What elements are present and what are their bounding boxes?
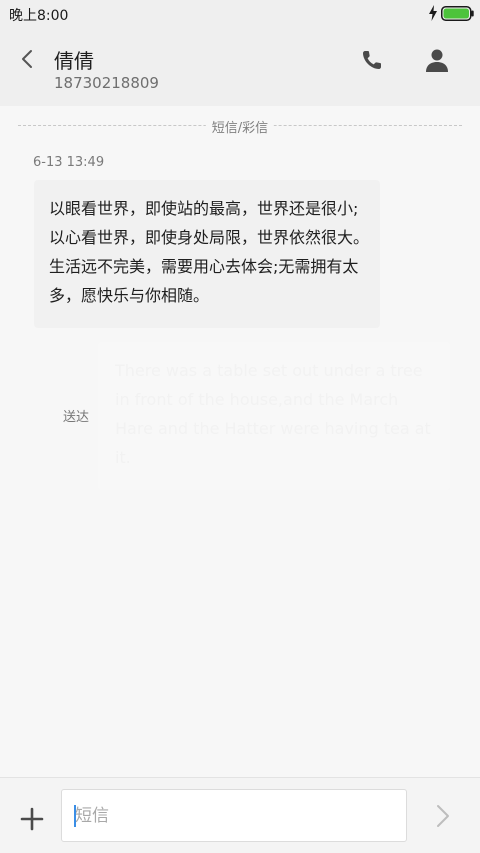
plus-icon[interactable] bbox=[20, 807, 44, 831]
conversation-header: 倩倩 18730218809 bbox=[0, 28, 480, 106]
incoming-message-bubble[interactable]: 以眼看世界，即使站的最高，世界还是很小;以心看世界，即使身处局限，世界依然很大。… bbox=[34, 180, 380, 328]
message-timestamp: 6-13 13:49 bbox=[33, 155, 105, 170]
contact-name: 倩倩 bbox=[54, 49, 94, 73]
delivery-status: 送达 bbox=[63, 410, 90, 425]
status-bar: 晚上8:00 bbox=[0, 0, 480, 28]
outgoing-message-text: There was a table set out under a tree i… bbox=[115, 361, 431, 467]
message-input[interactable] bbox=[61, 789, 407, 842]
phone-icon[interactable] bbox=[360, 48, 384, 72]
text-cursor bbox=[74, 805, 76, 827]
incoming-message-text: 以眼看世界，即使站的最高，世界还是很小;以心看世界，即使身处局限，世界依然很大。… bbox=[49, 199, 370, 305]
channel-divider-label: 短信/彩信 bbox=[205, 117, 275, 136]
person-icon[interactable] bbox=[424, 48, 450, 72]
send-chevron-icon[interactable] bbox=[434, 803, 452, 829]
channel-divider: 短信/彩信 bbox=[18, 116, 462, 136]
outgoing-message-bubble[interactable]: There was a table set out under a tree i… bbox=[98, 342, 450, 490]
composer-bar bbox=[0, 777, 480, 853]
contact-number: 18730218809 bbox=[54, 74, 159, 92]
back-arrow-icon[interactable] bbox=[16, 48, 38, 70]
charging-bolt-icon bbox=[429, 5, 437, 21]
status-time: 晚上8:00 bbox=[9, 8, 69, 24]
battery-icon bbox=[441, 6, 474, 21]
